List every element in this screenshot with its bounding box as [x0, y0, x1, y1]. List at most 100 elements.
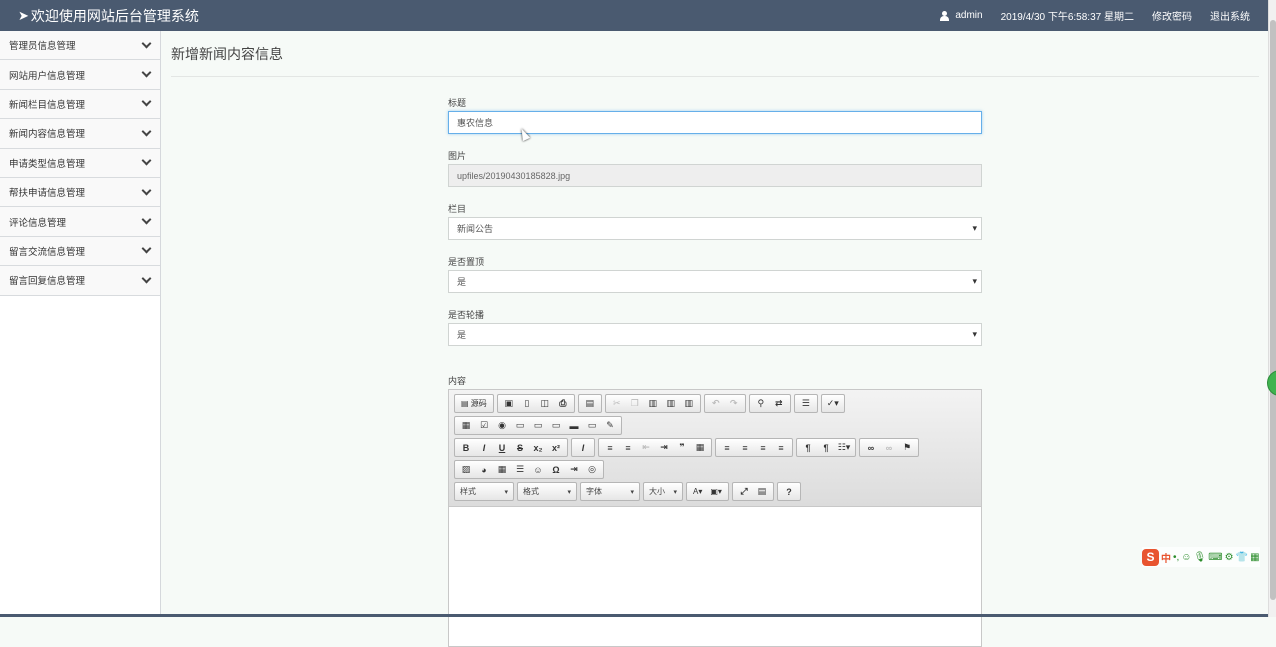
- select-all-icon[interactable]: ☰: [797, 396, 815, 412]
- toolbox-icon[interactable]: ⚙: [1225, 552, 1234, 563]
- outdent-icon[interactable]: ⇤: [637, 440, 655, 456]
- redo-icon[interactable]: ↷: [725, 396, 743, 412]
- text-color-icon[interactable]: A▾: [689, 484, 706, 500]
- copy-icon[interactable]: ❐: [626, 396, 644, 412]
- undo-icon[interactable]: ↶: [707, 396, 725, 412]
- style-combo[interactable]: 样式: [454, 482, 514, 501]
- textfield-icon[interactable]: ▭: [511, 418, 529, 434]
- align-center-icon[interactable]: ≡: [736, 440, 754, 456]
- justify-icon[interactable]: ≡: [772, 440, 790, 456]
- underline-icon[interactable]: U: [493, 440, 511, 456]
- bold-icon[interactable]: B: [457, 440, 475, 456]
- superscript-icon[interactable]: x²: [547, 440, 565, 456]
- preview-icon[interactable]: ◫: [536, 396, 554, 412]
- find-icon[interactable]: ⚲: [752, 396, 770, 412]
- indent-icon[interactable]: ⇥: [655, 440, 673, 456]
- bg-color-icon[interactable]: ▣▾: [706, 484, 726, 500]
- show-blocks-icon[interactable]: ▤: [753, 484, 771, 500]
- replace-icon[interactable]: ⇄: [770, 396, 788, 412]
- paste-icon[interactable]: ▥: [644, 396, 662, 412]
- sidebar-item-comments[interactable]: 评论信息管理: [0, 207, 160, 237]
- strike-icon[interactable]: S: [511, 440, 529, 456]
- anchor-icon[interactable]: ⚑: [898, 440, 916, 456]
- ime-toolbar[interactable]: S 中 •, ☺ 🎙 ⌨ ⚙ 👕 ▦: [1142, 547, 1260, 567]
- format-combo[interactable]: 格式: [517, 482, 577, 501]
- top-select[interactable]: 是: [448, 270, 982, 293]
- table-icon[interactable]: ▦: [493, 462, 511, 478]
- blockquote-icon[interactable]: ❞: [673, 440, 691, 456]
- username: admin: [955, 10, 983, 21]
- select-icon[interactable]: ▭: [547, 418, 565, 434]
- smiley-icon[interactable]: ☺: [529, 462, 547, 478]
- image-icon[interactable]: ▨: [457, 462, 475, 478]
- print-icon[interactable]: ⎙: [554, 396, 572, 412]
- unlink-icon[interactable]: ∞: [880, 440, 898, 456]
- save-icon[interactable]: ▣: [500, 396, 518, 412]
- sidebar-item-news-content[interactable]: 新闻内容信息管理: [0, 119, 160, 149]
- font-combo[interactable]: 字体: [580, 482, 640, 501]
- italic-icon[interactable]: I: [475, 440, 493, 456]
- sidebar-item-admin[interactable]: 管理员信息管理: [0, 31, 160, 61]
- remove-format-icon[interactable]: I: [574, 440, 592, 456]
- sidebar-item-news-columns[interactable]: 新闻栏目信息管理: [0, 89, 160, 120]
- logout-link[interactable]: 退出系统: [1210, 8, 1250, 23]
- maximize-icon[interactable]: ⤢: [735, 484, 753, 500]
- title-input[interactable]: 惠农信息: [448, 111, 982, 134]
- div-icon[interactable]: ▦: [691, 440, 709, 456]
- sidebar-item-assistance[interactable]: 帮扶申请信息管理: [0, 177, 160, 208]
- voice-icon[interactable]: 🎙: [1194, 552, 1207, 563]
- align-left-icon[interactable]: ≡: [718, 440, 736, 456]
- skin-icon[interactable]: 👕: [1236, 552, 1248, 563]
- flash-icon[interactable]: ◕: [475, 462, 493, 478]
- checkbox-icon[interactable]: ☑: [475, 418, 493, 434]
- special-char-icon[interactable]: Ω: [547, 462, 565, 478]
- page-break-icon[interactable]: ⇥: [565, 462, 583, 478]
- align-right-icon[interactable]: ≡: [754, 440, 772, 456]
- sidebar-item-users[interactable]: 网站用户信息管理: [0, 60, 160, 90]
- cut-icon[interactable]: ✂: [608, 396, 626, 412]
- ltr-icon[interactable]: ¶: [799, 440, 817, 456]
- change-password-link[interactable]: 修改密码: [1152, 8, 1192, 23]
- user-info[interactable]: admin: [940, 10, 983, 21]
- rtl-icon[interactable]: ¶: [817, 440, 835, 456]
- paste-text-icon[interactable]: ▥: [662, 396, 680, 412]
- sidebar-item-label: 管理员信息管理: [9, 41, 76, 53]
- size-combo[interactable]: 大小: [643, 482, 683, 501]
- sidebar-item-messages[interactable]: 留言交流信息管理: [0, 236, 160, 267]
- subscript-icon[interactable]: x₂: [529, 440, 547, 456]
- sidebar-item-replies[interactable]: 留言回复信息管理: [0, 266, 160, 296]
- form-icon[interactable]: ▦: [457, 418, 475, 434]
- emoji-icon[interactable]: ☺: [1181, 552, 1191, 563]
- carousel-select[interactable]: 是: [448, 323, 982, 346]
- brand[interactable]: ➤ 欢迎使用网站后台管理系统: [18, 6, 199, 26]
- source-icon: ▤: [461, 399, 469, 408]
- help-button[interactable]: ?: [780, 484, 798, 500]
- column-select[interactable]: 新闻公告: [448, 217, 982, 240]
- page-scrollbar[interactable]: [1268, 0, 1276, 617]
- keyboard-icon[interactable]: ⌨: [1208, 552, 1222, 563]
- paste-word-icon[interactable]: ▥: [680, 396, 698, 412]
- button-icon[interactable]: ▬: [565, 418, 583, 434]
- user-icon: [940, 10, 950, 21]
- image-button-icon[interactable]: ▭: [583, 418, 601, 434]
- bulleted-list-icon[interactable]: ≡: [619, 440, 637, 456]
- templates-icon[interactable]: ▤: [581, 396, 599, 412]
- sidebar-item-apply-types[interactable]: 申请类型信息管理: [0, 148, 160, 178]
- new-page-icon[interactable]: ▯: [518, 396, 536, 412]
- textarea-icon[interactable]: ▭: [529, 418, 547, 434]
- spellcheck-icon[interactable]: ✓▾: [824, 396, 842, 412]
- editor-content-area[interactable]: [449, 507, 981, 645]
- iframe-icon[interactable]: ◎: [583, 462, 601, 478]
- radio-icon[interactable]: ◉: [493, 418, 511, 434]
- horizontal-rule-icon[interactable]: ☰: [511, 462, 529, 478]
- language-icon[interactable]: ☷▾: [835, 440, 853, 456]
- menu-icon[interactable]: ▦: [1250, 552, 1259, 563]
- ime-mode[interactable]: 中: [1161, 550, 1171, 565]
- link-icon[interactable]: ∞: [862, 440, 880, 456]
- source-button[interactable]: ▤ 源码: [457, 396, 491, 412]
- numbered-list-icon[interactable]: ≡: [601, 440, 619, 456]
- punctuation-icon[interactable]: •,: [1173, 552, 1179, 563]
- image-path-input[interactable]: upfiles/20190430185828.jpg: [448, 164, 982, 187]
- hidden-field-icon[interactable]: ✎: [601, 418, 619, 434]
- scrollbar-thumb[interactable]: [1270, 20, 1276, 600]
